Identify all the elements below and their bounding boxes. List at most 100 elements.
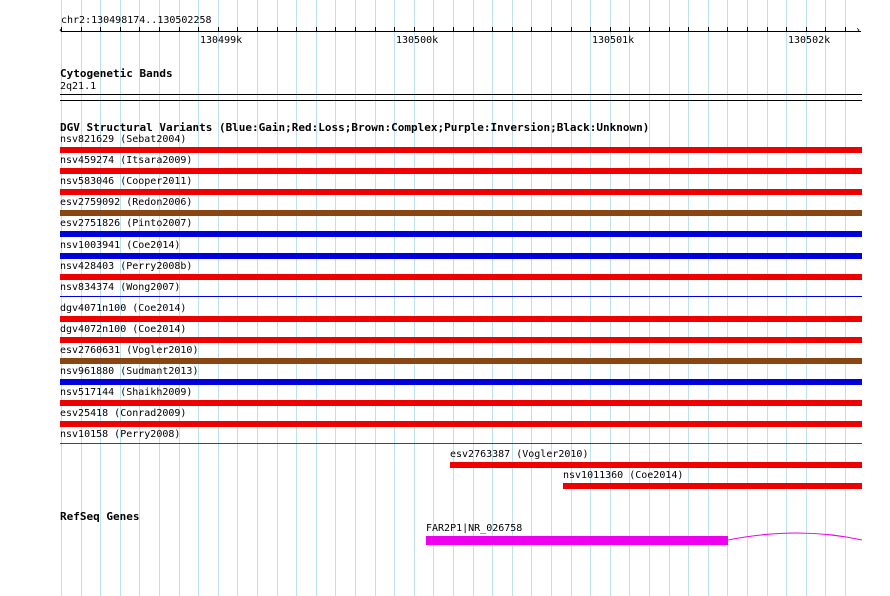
grid-line [571, 0, 572, 596]
ruler-axis [61, 31, 861, 32]
grid-line [806, 0, 807, 596]
variant-bar-gain[interactable] [60, 253, 862, 259]
variant-bar-loss[interactable] [60, 400, 862, 406]
variant-bar-gain[interactable] [60, 231, 862, 237]
ruler-tick [727, 27, 728, 31]
grid-line [198, 0, 199, 596]
variant-bar-loss[interactable] [60, 147, 862, 153]
grid-line [120, 0, 121, 596]
cytoband-label: 2q21.1 [60, 81, 97, 92]
grid-line [551, 0, 552, 596]
ruler-tick [473, 27, 474, 31]
ruler-tick [747, 27, 748, 31]
variant-bar-complex[interactable] [60, 358, 862, 364]
ruler-tick [335, 27, 336, 31]
gene-exon-bar[interactable] [426, 536, 728, 545]
ruler-tick [237, 27, 238, 31]
grid-line [375, 0, 376, 596]
grid-line [531, 0, 532, 596]
grid-line [296, 0, 297, 596]
variant-bar-loss[interactable] [563, 483, 862, 489]
variant-label[interactable]: nsv834374 (Wong2007) [60, 282, 180, 294]
ruler-tick [296, 27, 297, 31]
ruler-tick [649, 27, 650, 31]
ruler-tick [767, 27, 768, 31]
variant-bar-loss[interactable] [450, 462, 862, 468]
variant-label[interactable]: nsv428403 (Perry2008b) [60, 261, 192, 273]
variant-bar-gain[interactable] [60, 379, 862, 385]
variant-label[interactable]: nsv459274 (Itsara2009) [60, 155, 192, 167]
variant-label[interactable]: nsv821629 (Sebat2004) [60, 134, 186, 146]
grid-line [590, 0, 591, 596]
ruler-tick [551, 27, 552, 31]
ruler-location: chr2:130498174..130502258 [61, 15, 212, 26]
variant-bar-loss[interactable] [60, 168, 862, 174]
grid-line [492, 0, 493, 596]
grid-line [845, 0, 846, 596]
ruler-tick [786, 27, 787, 31]
ruler-tick [257, 27, 258, 31]
grid-line [335, 0, 336, 596]
variant-bar-loss[interactable] [60, 337, 862, 343]
ruler-tick [825, 27, 826, 31]
ruler-label-130501k: 130501k [592, 35, 635, 46]
refseq-track-title[interactable]: RefSeq Genes [60, 510, 139, 523]
ruler-tick [453, 27, 454, 31]
variant-label[interactable]: nsv961880 (Sudmant2013) [60, 366, 198, 378]
variant-label[interactable]: esv2760631 (Vogler2010) [60, 345, 198, 357]
ruler-tick [629, 27, 630, 31]
variant-bar-gain[interactable] [60, 296, 862, 297]
variant-bar-complex[interactable] [60, 210, 862, 216]
grid-line [610, 0, 611, 596]
variant-label[interactable]: dgv4072n100 (Coe2014) [60, 324, 186, 336]
grid-line [453, 0, 454, 596]
ruler-tick [590, 27, 591, 31]
grid-line [473, 0, 474, 596]
ruler-tick [571, 27, 572, 31]
variant-bar-loss[interactable] [60, 421, 862, 427]
grid-line [629, 0, 630, 596]
ruler-tick [355, 27, 356, 31]
ruler-tick [806, 27, 807, 31]
variant-label[interactable]: nsv1003941 (Coe2014) [60, 240, 180, 252]
ruler-tick [159, 27, 160, 31]
ruler-tick [433, 27, 434, 31]
ruler-tick [845, 27, 846, 31]
variant-label[interactable]: nsv10158 (Perry2008) [60, 429, 180, 441]
genome-browser-panel [0, 0, 890, 596]
variant-bar-loss[interactable] [60, 443, 862, 444]
grid-line [100, 0, 101, 596]
variant-bar-loss[interactable] [60, 274, 862, 280]
grid-line [179, 0, 180, 596]
grid-line [708, 0, 709, 596]
grid-line [727, 0, 728, 596]
ruler-tick [669, 27, 670, 31]
grid-line [159, 0, 160, 596]
grid-line [512, 0, 513, 596]
ruler-tick [198, 27, 199, 31]
variant-label[interactable]: dgv4071n100 (Coe2014) [60, 303, 186, 315]
ruler-tick [100, 27, 101, 31]
ruler-tick [531, 27, 532, 31]
variant-label[interactable]: esv2763387 (Vogler2010) [450, 449, 588, 461]
ruler-tick [414, 27, 415, 31]
variant-label[interactable]: nsv583046 (Cooper2011) [60, 176, 192, 188]
grid-line [786, 0, 787, 596]
ruler-tick [492, 27, 493, 31]
variant-label[interactable]: esv2751826 (Pinto2007) [60, 218, 192, 230]
variant-label[interactable]: nsv517144 (Shaikh2009) [60, 387, 192, 399]
ruler-tick [316, 27, 317, 31]
variant-label[interactable]: esv25418 (Conrad2009) [60, 408, 186, 420]
gene-label[interactable]: FAR2P1|NR_026758 [426, 523, 522, 535]
cytoband-track-title[interactable]: Cytogenetic Bands [60, 67, 173, 80]
variant-bar-loss[interactable] [60, 316, 862, 322]
variant-bar-loss[interactable] [60, 189, 862, 195]
variant-label[interactable]: nsv1011360 (Coe2014) [563, 470, 683, 482]
ruler-tick [375, 27, 376, 31]
grid-line [688, 0, 689, 596]
gene-intron-line [728, 532, 863, 541]
dgv-track-title[interactable]: DGV Structural Variants (Blue:Gain;Red:L… [60, 121, 649, 134]
ruler-label-130502k: 130502k [788, 35, 831, 46]
grid-line [767, 0, 768, 596]
variant-label[interactable]: esv2759092 (Redon2006) [60, 197, 192, 209]
